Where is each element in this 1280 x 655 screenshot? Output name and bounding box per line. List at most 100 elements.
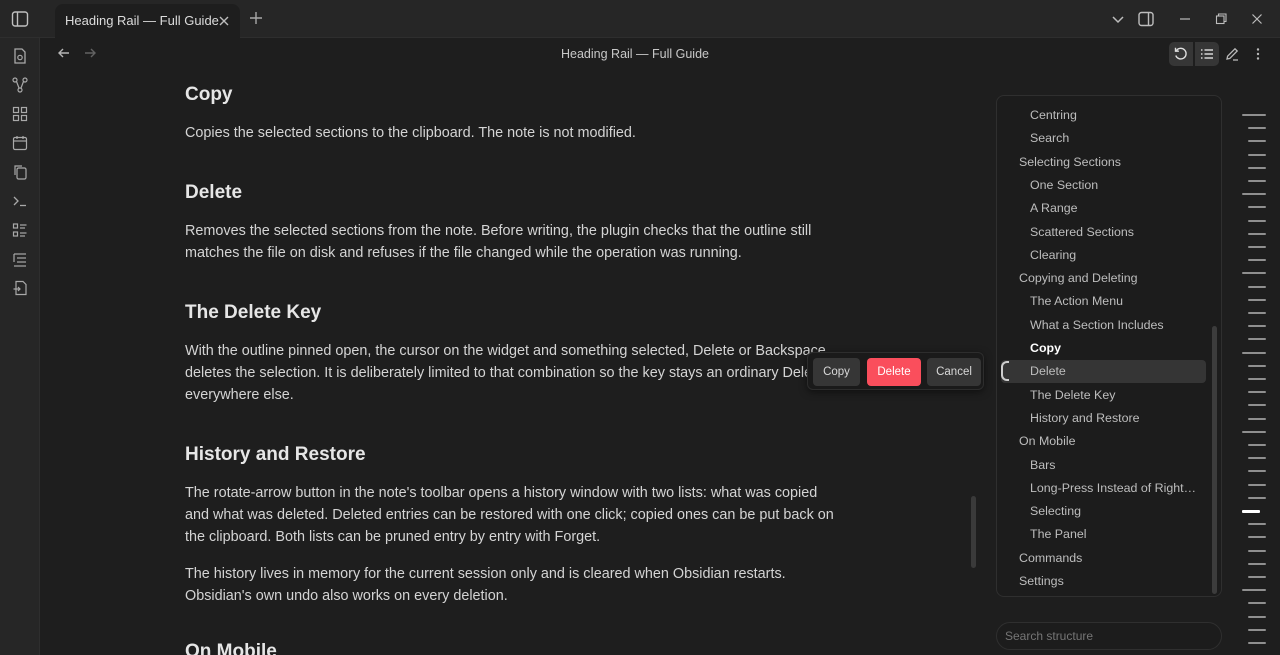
rail-tick[interactable]: [1248, 562, 1266, 565]
rail-tick[interactable]: [1248, 166, 1266, 169]
outline-item[interactable]: Copy: [1030, 337, 1200, 360]
rail-tick[interactable]: [1248, 523, 1266, 526]
outline-item[interactable]: On Mobile: [1019, 430, 1209, 453]
outline-toggle-button[interactable]: [1195, 42, 1219, 66]
copy-icon[interactable]: [11, 163, 29, 181]
tab-title: Heading Rail — Full Guide: [65, 13, 219, 28]
rail-tick[interactable]: [1248, 246, 1266, 248]
rail-tick[interactable]: [1242, 272, 1266, 275]
rail-tick[interactable]: [1248, 338, 1266, 341]
rail-tick[interactable]: [1248, 615, 1266, 618]
content-scrollbar[interactable]: [971, 496, 976, 568]
delete-button[interactable]: Delete: [867, 358, 921, 386]
rail-tick[interactable]: [1248, 378, 1266, 380]
outline-item[interactable]: Delete: [1001, 360, 1206, 384]
rail-tick[interactable]: [1248, 364, 1266, 367]
outline-item[interactable]: Selecting Sections: [1019, 151, 1209, 174]
edit-button[interactable]: [1220, 42, 1244, 66]
view-title[interactable]: Heading Rail — Full Guide: [40, 47, 1230, 61]
rail-tick[interactable]: [1248, 576, 1266, 578]
file-icon[interactable]: [11, 47, 29, 65]
outline-item[interactable]: What a Section Includes: [1030, 314, 1200, 337]
note-content[interactable]: Copy Copies the selected sections to the…: [185, 70, 835, 655]
outline-item[interactable]: Scattered Sections: [1030, 221, 1200, 244]
outline-scrollbar[interactable]: [1212, 326, 1217, 594]
rail-tick[interactable]: [1248, 536, 1266, 539]
outline-item[interactable]: The Delete Key: [1030, 384, 1200, 407]
outline-item[interactable]: Search: [1030, 127, 1200, 150]
list-icon: [1201, 49, 1213, 59]
rail-tick[interactable]: [1242, 510, 1260, 513]
heading-rail[interactable]: [1238, 95, 1270, 655]
outline-item[interactable]: History and Restore: [1030, 407, 1200, 430]
rail-tick[interactable]: [1248, 417, 1266, 420]
rail-tick[interactable]: [1248, 206, 1266, 209]
rail-tick[interactable]: [1248, 483, 1266, 486]
rail-tick[interactable]: [1248, 496, 1266, 499]
outline-item[interactable]: Clearing: [1030, 244, 1200, 267]
rail-tick[interactable]: [1248, 140, 1266, 143]
window-close-icon[interactable]: [1248, 10, 1266, 28]
minimize-icon[interactable]: [1176, 10, 1194, 28]
rail-tick[interactable]: [1242, 114, 1266, 116]
view-header: Heading Rail — Full Guide: [40, 38, 1280, 70]
rail-tick[interactable]: [1248, 285, 1266, 288]
rail-tick[interactable]: [1248, 628, 1266, 631]
rail-tick[interactable]: [1248, 298, 1266, 301]
rail-tick[interactable]: [1248, 259, 1266, 262]
outline-item[interactable]: The Action Menu: [1030, 290, 1200, 313]
right-sidebar-toggle-icon[interactable]: [1137, 10, 1155, 28]
tab-heading-rail[interactable]: Heading Rail — Full Guide: [55, 4, 240, 38]
export-icon[interactable]: [11, 279, 29, 297]
list-icon[interactable]: [11, 221, 29, 239]
rail-tick[interactable]: [1242, 430, 1266, 433]
rail-tick[interactable]: [1242, 193, 1266, 196]
outline-item[interactable]: Settings: [1019, 570, 1209, 593]
rail-tick[interactable]: [1248, 457, 1266, 460]
terminal-icon[interactable]: [11, 192, 29, 210]
rail-tick[interactable]: [1248, 232, 1266, 235]
more-options-button[interactable]: [1246, 42, 1270, 66]
search-structure-input[interactable]: [996, 622, 1222, 650]
outline-item[interactable]: The Panel: [1030, 523, 1200, 546]
history-button[interactable]: [1169, 42, 1193, 66]
outline-item[interactable]: Bars: [1030, 454, 1200, 477]
sidebar-toggle-icon[interactable]: [10, 9, 30, 29]
plus-icon[interactable]: [248, 10, 264, 26]
rail-tick[interactable]: [1242, 351, 1266, 354]
paragraph: Copies the selected sections to the clip…: [185, 125, 636, 141]
rail-tick[interactable]: [1248, 180, 1266, 182]
rail-tick[interactable]: [1248, 391, 1266, 394]
outline-item[interactable]: One Section: [1030, 174, 1200, 197]
rail-tick[interactable]: [1248, 404, 1266, 407]
outline-item[interactable]: A Range: [1030, 197, 1200, 220]
grid-icon[interactable]: [11, 105, 29, 123]
graph-icon[interactable]: [11, 76, 29, 94]
cancel-button[interactable]: Cancel: [927, 358, 981, 386]
outline-panel: Centring Search Selecting Sections One Sect…: [996, 95, 1222, 597]
rail-tick[interactable]: [1248, 153, 1266, 156]
outline-item[interactable]: Selecting: [1030, 500, 1200, 523]
chevron-down-icon[interactable]: [1109, 10, 1127, 28]
rail-tick[interactable]: [1248, 312, 1266, 314]
close-icon[interactable]: [216, 13, 232, 29]
copy-button[interactable]: Copy: [813, 358, 860, 386]
rail-tick[interactable]: [1248, 325, 1266, 328]
rail-tick[interactable]: [1248, 127, 1266, 130]
calendar-icon[interactable]: [11, 134, 29, 152]
outline-item[interactable]: Copying and Deleting: [1019, 267, 1209, 290]
heading-history-and-restore: History and Restore: [185, 444, 366, 465]
rail-tick[interactable]: [1248, 602, 1266, 605]
outline-item[interactable]: Long-Press Instead of Right-Click: [1030, 477, 1200, 500]
outline-item[interactable]: Centring: [1030, 104, 1200, 127]
rail-tick[interactable]: [1242, 589, 1266, 592]
rail-tick[interactable]: [1248, 444, 1266, 446]
rail-tick[interactable]: [1248, 642, 1266, 644]
paragraph: The history lives in memory for the curr…: [185, 566, 786, 604]
rail-tick[interactable]: [1248, 219, 1266, 222]
restore-icon[interactable]: [1212, 10, 1230, 28]
rail-tick[interactable]: [1248, 470, 1266, 473]
outline-list-icon[interactable]: [11, 250, 29, 268]
rail-tick[interactable]: [1248, 549, 1266, 552]
outline-item[interactable]: Commands: [1019, 547, 1209, 570]
